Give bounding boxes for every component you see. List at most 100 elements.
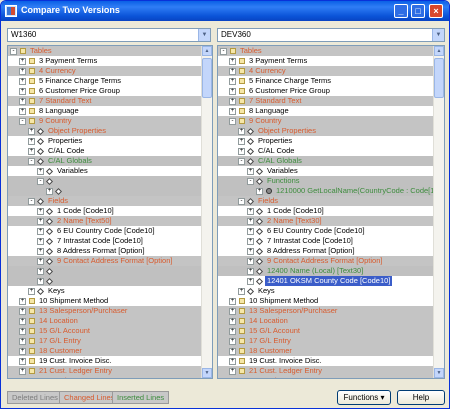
tree-row[interactable]: + C/AL Code (8, 146, 201, 156)
tree-row[interactable]: +5 Finance Charge Terms (218, 76, 433, 86)
expand-icon[interactable]: + (19, 318, 26, 325)
expand-icon[interactable]: + (19, 308, 26, 315)
tree-row[interactable]: +8 Language (218, 106, 433, 116)
expand-icon[interactable]: + (19, 108, 26, 115)
tree-row[interactable]: +8 Address Format [Option] (218, 246, 433, 256)
tree-row[interactable]: +6 Customer Price Group (218, 86, 433, 96)
expand-icon[interactable]: + (229, 58, 236, 65)
expand-icon[interactable]: + (19, 338, 26, 345)
functions-button[interactable]: Functions ▾ (337, 390, 391, 405)
expand-icon[interactable]: + (28, 148, 35, 155)
expand-icon[interactable]: + (19, 78, 26, 85)
tree-row[interactable]: +3 Payment Terms (218, 56, 433, 66)
expand-icon[interactable]: + (37, 248, 44, 255)
tree-row[interactable]: +5 Finance Charge Terms (8, 76, 201, 86)
expand-icon[interactable]: + (247, 248, 254, 255)
tree-row[interactable]: - Fields (8, 196, 201, 206)
expand-icon[interactable]: + (37, 238, 44, 245)
expand-icon[interactable]: + (229, 88, 236, 95)
tree-row[interactable]: - Functions (218, 176, 433, 186)
tree-row[interactable]: +21 Cust. Ledger Entry (8, 366, 201, 376)
collapse-icon[interactable]: - (28, 158, 35, 165)
expand-icon[interactable]: + (238, 138, 245, 145)
tree-row[interactable]: +12401 OKSM County Code [Code10] (218, 276, 433, 286)
tree-row[interactable]: + (8, 276, 201, 286)
tree-row[interactable]: +23 Vendor (8, 376, 201, 378)
tree-row[interactable]: +18 Customer (218, 346, 433, 356)
expand-icon[interactable]: + (28, 288, 35, 295)
expand-icon[interactable]: + (229, 98, 236, 105)
tree-row[interactable]: +14 Location (218, 316, 433, 326)
tree-row[interactable]: +2 Name [Text50] (8, 216, 201, 226)
tree-row[interactable]: +10 Shipment Method (8, 296, 201, 306)
chevron-down-icon[interactable]: ▼ (432, 29, 444, 41)
tree-row[interactable]: + Variables (8, 166, 201, 176)
tree-row[interactable]: +7 Standard Text (8, 96, 201, 106)
expand-icon[interactable]: + (247, 268, 254, 275)
left-vertical-scrollbar[interactable]: ▲ ▼ (201, 46, 212, 378)
tree-row[interactable]: +6 EU Country Code [Code10] (8, 226, 201, 236)
expand-icon[interactable]: + (229, 68, 236, 75)
expand-icon[interactable]: + (229, 348, 236, 355)
scroll-down-icon[interactable]: ▼ (202, 368, 212, 378)
tree-row[interactable]: + Keys (8, 286, 201, 296)
tree-row[interactable]: +1210000 GetLocalName(CountryCode : Code… (218, 186, 444, 196)
expand-icon[interactable]: + (238, 128, 245, 135)
expand-icon[interactable]: + (19, 58, 26, 65)
expand-icon[interactable]: + (229, 328, 236, 335)
tree-row[interactable]: + (8, 186, 201, 196)
tree-row[interactable]: +8 Address Format [Option] (8, 246, 201, 256)
expand-icon[interactable]: + (229, 358, 236, 365)
expand-icon[interactable]: + (238, 288, 245, 295)
expand-icon[interactable]: + (19, 368, 26, 375)
tree-row[interactable]: + Variables (218, 166, 433, 176)
tree-row[interactable]: +6 Customer Price Group (8, 86, 201, 96)
tree-row[interactable]: - C/AL Globals (218, 156, 433, 166)
expand-icon[interactable]: + (19, 328, 26, 335)
expand-icon[interactable]: + (37, 228, 44, 235)
expand-icon[interactable]: + (229, 368, 236, 375)
expand-icon[interactable]: + (247, 258, 254, 265)
expand-icon[interactable]: + (37, 268, 44, 275)
tree-row[interactable]: +23 Vendor (218, 376, 433, 378)
expand-icon[interactable]: + (19, 358, 26, 365)
tree-row[interactable]: +7 Intrastat Code [Code10] (218, 236, 433, 246)
right-object-tree[interactable]: - Tables +3 Payment Terms +4 Currency +5 Fin… (218, 46, 444, 378)
collapse-icon[interactable]: - (238, 158, 245, 165)
scroll-up-icon[interactable]: ▲ (202, 46, 212, 56)
expand-icon[interactable]: + (229, 298, 236, 305)
expand-icon[interactable]: + (37, 258, 44, 265)
tree-row[interactable]: + (8, 266, 201, 276)
tree-row[interactable]: +18 Customer (8, 346, 201, 356)
tree-row[interactable]: + C/AL Code (218, 146, 433, 156)
expand-icon[interactable]: + (229, 308, 236, 315)
tree-row[interactable]: +12400 Name (Local) [Text30] (218, 266, 433, 276)
tree-row[interactable]: +17 G/L Entry (218, 336, 433, 346)
expand-icon[interactable]: + (229, 108, 236, 115)
tree-row[interactable]: +13 Salesperson/Purchaser (218, 306, 433, 316)
expand-icon[interactable]: + (247, 238, 254, 245)
collapse-icon[interactable]: - (247, 178, 254, 185)
expand-icon[interactable]: + (247, 168, 254, 175)
expand-icon[interactable]: + (238, 148, 245, 155)
tree-row[interactable]: +2 Name [Text30] (218, 216, 433, 226)
collapse-icon[interactable]: - (238, 198, 245, 205)
expand-icon[interactable]: + (19, 348, 26, 355)
scroll-down-icon[interactable]: ▼ (434, 368, 444, 378)
minimize-icon[interactable]: _ (394, 4, 408, 18)
expand-icon[interactable]: + (28, 128, 35, 135)
collapse-icon[interactable]: - (28, 198, 35, 205)
collapse-icon[interactable]: - (229, 118, 236, 125)
tree-row[interactable]: - (8, 176, 201, 186)
tree-row[interactable]: +3 Payment Terms (8, 56, 201, 66)
tree-row[interactable]: +1 Code [Code10] (218, 206, 433, 216)
tree-row[interactable]: +1 Code [Code10] (8, 206, 201, 216)
tree-row[interactable]: + Properties (8, 136, 201, 146)
scroll-up-icon[interactable]: ▲ (434, 46, 444, 56)
tree-row[interactable]: - 9 Country (8, 116, 201, 126)
expand-icon[interactable]: + (37, 218, 44, 225)
collapse-icon[interactable]: - (37, 178, 44, 185)
expand-icon[interactable]: + (37, 168, 44, 175)
tree-row[interactable]: +19 Cust. Invoice Disc. (8, 356, 201, 366)
expand-icon[interactable]: + (247, 278, 254, 285)
